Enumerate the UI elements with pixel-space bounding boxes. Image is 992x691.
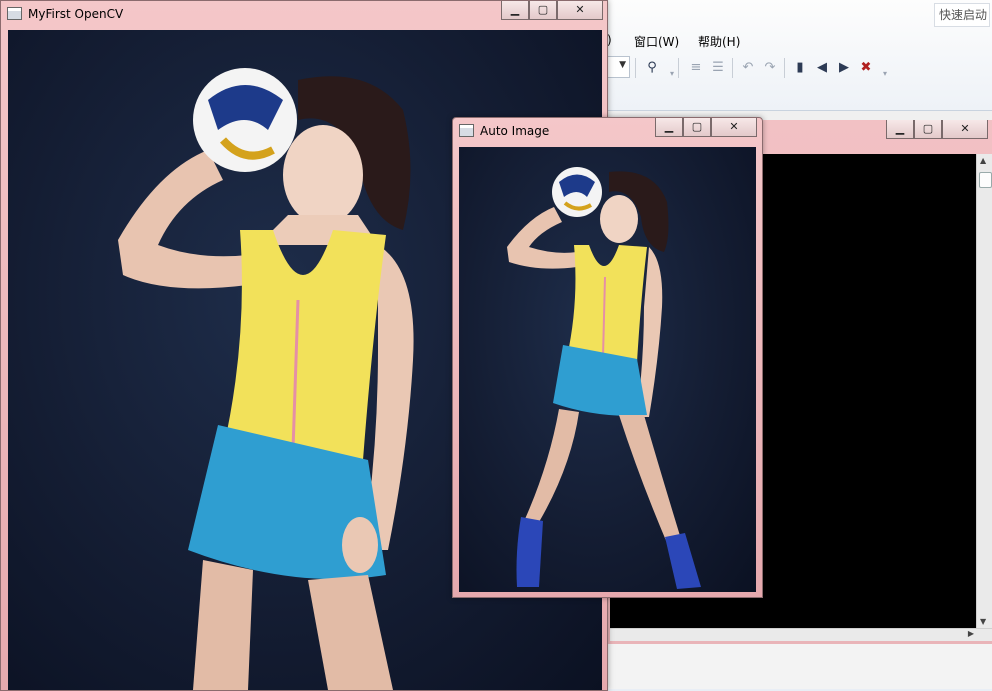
maximize-icon[interactable]: ▢ xyxy=(529,1,557,20)
scroll-right-icon[interactable]: ▶ xyxy=(968,629,974,638)
minimize-icon[interactable]: ▁ xyxy=(501,1,529,20)
scroll-down-icon[interactable]: ▼ xyxy=(980,617,986,626)
toolbar-overflow-icon[interactable]: ▾ xyxy=(877,66,893,82)
menu-item-help[interactable]: 帮助(H) xyxy=(698,33,740,50)
toolbar-separator xyxy=(678,58,679,78)
window-auto-image: Auto Image ▁ ▢ ✕ xyxy=(452,117,763,598)
indent-icon[interactable]: ≡ xyxy=(688,60,704,76)
close-icon[interactable]: ✕ xyxy=(942,120,988,139)
minimize-icon[interactable]: ▁ xyxy=(886,120,914,139)
opencv-image-auto xyxy=(459,147,756,592)
clear-bookmarks-icon[interactable]: ✖ xyxy=(858,60,874,76)
next-bookmark-icon[interactable]: ▶ xyxy=(836,60,852,76)
minimize-icon[interactable]: ▁ xyxy=(655,118,683,137)
window-icon xyxy=(459,124,474,137)
comment-icon[interactable]: ↶ xyxy=(740,60,756,76)
menu-item-window[interactable]: 窗口(W) xyxy=(634,33,679,50)
toolbar-separator xyxy=(732,58,733,78)
photo-figure-small xyxy=(507,167,701,589)
toolbar-separator xyxy=(635,58,636,78)
close-icon[interactable]: ✕ xyxy=(711,118,757,137)
chevron-down-icon: ▼ xyxy=(619,60,626,70)
bookmark-icon[interactable]: ▮ xyxy=(792,60,808,76)
maximize-icon[interactable]: ▢ xyxy=(914,120,942,139)
close-icon[interactable]: ✕ xyxy=(557,1,603,20)
scroll-thumb[interactable] xyxy=(979,172,992,188)
vertical-scrollbar[interactable]: ▲ ▼ xyxy=(976,154,992,628)
find-icon[interactable]: ⚲ xyxy=(644,60,660,76)
window-title-text: Auto Image xyxy=(480,124,550,138)
prev-bookmark-icon[interactable]: ◀ xyxy=(814,60,830,76)
scroll-up-icon[interactable]: ▲ xyxy=(980,156,986,165)
window-title: MyFirst OpenCV xyxy=(7,5,123,23)
uncomment-icon[interactable]: ↷ xyxy=(762,60,778,76)
window-icon xyxy=(7,7,22,20)
quick-launch-input[interactable]: 快速启动 xyxy=(934,3,990,27)
outdent-icon[interactable]: ☰ xyxy=(710,60,726,76)
maximize-icon[interactable]: ▢ xyxy=(683,118,711,137)
toolbar-separator xyxy=(784,58,785,78)
window-title: Auto Image xyxy=(459,122,549,140)
horizontal-scrollbar[interactable]: ▶ xyxy=(610,628,992,641)
ide-status-area xyxy=(604,644,992,689)
window-title-text: MyFirst OpenCV xyxy=(28,7,124,21)
